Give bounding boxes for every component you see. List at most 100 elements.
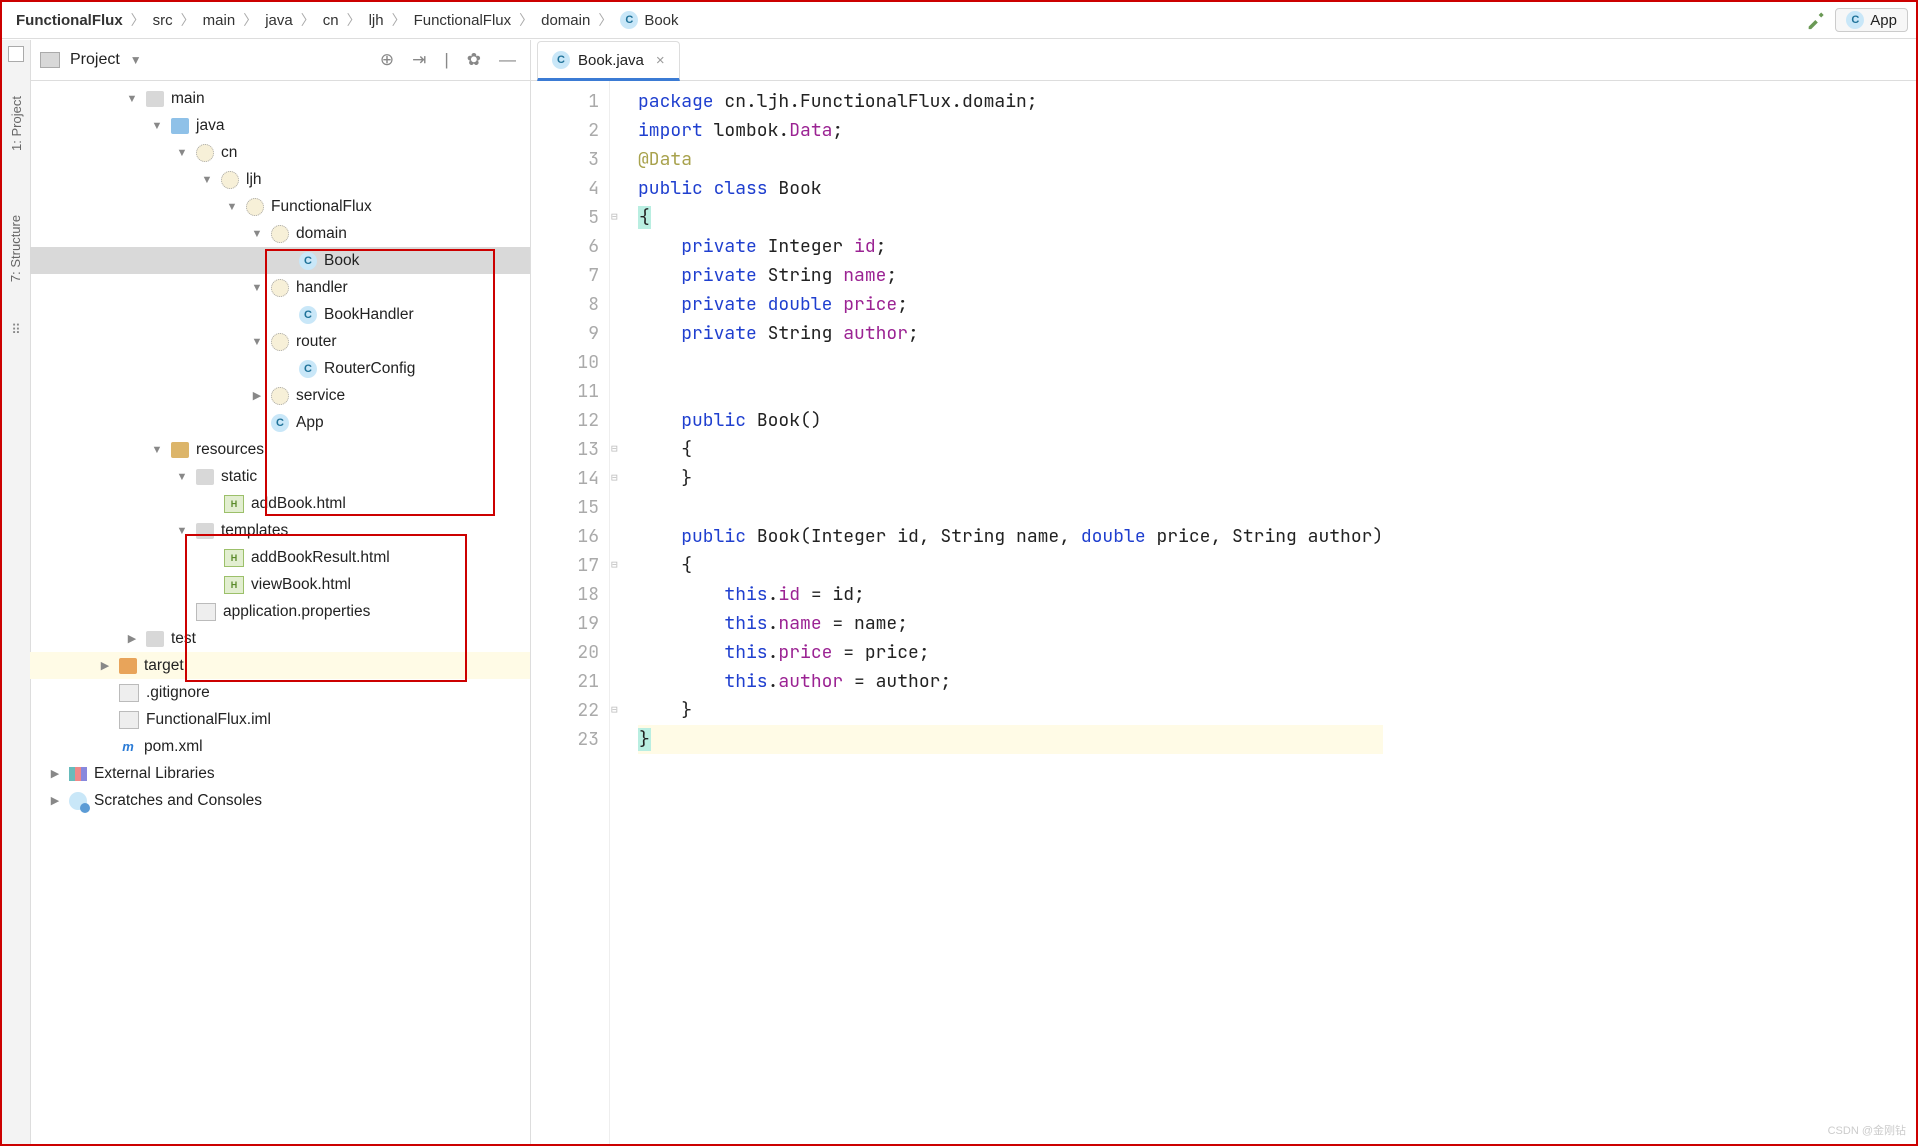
chevron-right-icon[interactable]: ▶ (250, 389, 264, 402)
project-tree[interactable]: ▼main▼java▼cn▼ljh▼FunctionalFlux▼domainC… (30, 81, 530, 1144)
fold-column[interactable]: ⊟⊟⊟⊟⊟ (610, 81, 624, 1144)
chevron-down-icon[interactable]: ▼ (175, 525, 189, 537)
chevron-down-icon[interactable]: ▼ (175, 471, 189, 483)
chevron-right-icon[interactable]: ▶ (125, 632, 139, 645)
chevron-down-icon[interactable]: ▼ (250, 336, 264, 348)
breadcrumb-item[interactable]: cn (317, 12, 345, 29)
run-config-button[interactable]: C App (1835, 8, 1908, 32)
tree-node[interactable]: ▼main (30, 85, 530, 112)
close-icon[interactable]: × (656, 52, 665, 69)
tree-node[interactable]: mpom.xml (30, 733, 530, 760)
code-line[interactable]: } (638, 464, 1383, 493)
tree-node[interactable]: HaddBookResult.html (30, 544, 530, 571)
breadcrumb-item[interactable]: FunctionalFlux (408, 12, 518, 29)
code-line[interactable]: private Integer id; (638, 232, 1383, 261)
chevron-down-icon[interactable]: ▼ (125, 93, 139, 105)
code-line[interactable]: public class Book (638, 174, 1383, 203)
tree-node[interactable]: ▼resources (30, 436, 530, 463)
breadcrumb-item[interactable]: src (147, 12, 179, 29)
tree-node[interactable]: ▼static (30, 463, 530, 490)
run-config-label: App (1870, 12, 1897, 29)
breadcrumb-item[interactable]: java (259, 12, 299, 29)
tree-node[interactable]: CRouterConfig (30, 355, 530, 382)
chevron-down-icon[interactable]: ▼ (225, 201, 239, 213)
tree-node[interactable]: ▼ljh (30, 166, 530, 193)
code-line[interactable]: this.price = price; (638, 638, 1383, 667)
rail-dots-icon[interactable]: ⠿ (11, 322, 21, 338)
tree-node[interactable]: ▶test (30, 625, 530, 652)
tree-node[interactable]: ▼FunctionalFlux (30, 193, 530, 220)
collapse-icon[interactable]: ⇥ (408, 50, 430, 70)
build-icon[interactable] (1807, 10, 1827, 30)
chevron-down-icon[interactable]: ▼ (150, 444, 164, 456)
breadcrumb-item[interactable]: domain (535, 12, 596, 29)
tree-node[interactable]: ▶service (30, 382, 530, 409)
tree-node[interactable]: ▼templates (30, 517, 530, 544)
fold-handle[interactable]: ⊟ (611, 696, 618, 725)
code-line[interactable]: package cn.ljh.FunctionalFlux.domain; (638, 87, 1383, 116)
rail-structure-tab[interactable]: 7: Structure (9, 215, 24, 282)
tree-node[interactable]: FunctionalFlux.iml (30, 706, 530, 733)
locate-icon[interactable]: ⊕ (376, 50, 398, 70)
editor-tab-book[interactable]: C Book.java × (537, 41, 680, 81)
gear-icon[interactable]: ✿ (463, 50, 485, 70)
code-line[interactable]: public Book(Integer id, String name, dou… (638, 522, 1383, 551)
tree-node[interactable]: ▼handler (30, 274, 530, 301)
fold-handle[interactable]: ⊟ (611, 435, 618, 464)
breadcrumb-item[interactable]: CBook (614, 11, 684, 29)
code-line[interactable]: @Data (638, 145, 1383, 174)
tree-node[interactable]: HaddBook.html (30, 490, 530, 517)
code-line[interactable]: private String name; (638, 261, 1383, 290)
code-line[interactable] (638, 377, 1383, 406)
chevron-down-icon[interactable]: ▼ (250, 282, 264, 294)
tree-node[interactable]: ▼cn (30, 139, 530, 166)
code-line[interactable] (638, 493, 1383, 522)
tree-node[interactable]: ▶target (30, 652, 530, 679)
fold-handle[interactable]: ⊟ (611, 551, 618, 580)
chevron-right-icon[interactable]: ▶ (98, 659, 112, 672)
chevron-down-icon[interactable]: ▼ (150, 120, 164, 132)
tree-node[interactable]: application.properties (30, 598, 530, 625)
code-line[interactable]: this.name = name; (638, 609, 1383, 638)
tree-node[interactable]: .gitignore (30, 679, 530, 706)
breadcrumb-item[interactable]: main (197, 12, 242, 29)
rail-project-tab[interactable]: 1: Project (9, 96, 24, 151)
code-lines[interactable]: package cn.ljh.FunctionalFlux.domain;imp… (624, 81, 1383, 1144)
code-line[interactable]: } (638, 696, 1383, 725)
tree-node[interactable]: CBookHandler (30, 301, 530, 328)
code-line[interactable] (638, 348, 1383, 377)
chevron-down-icon[interactable]: ▼ (175, 147, 189, 159)
tree-node[interactable]: HviewBook.html (30, 571, 530, 598)
breadcrumb[interactable]: FunctionalFlux〉src〉main〉java〉cn〉ljh〉Func… (10, 10, 685, 30)
chevron-right-icon[interactable]: ▶ (48, 794, 62, 807)
tree-node[interactable]: CApp (30, 409, 530, 436)
tree-node[interactable]: CBook (30, 247, 530, 274)
breadcrumb-item[interactable]: ljh (363, 12, 390, 29)
tree-node[interactable]: ▼domain (30, 220, 530, 247)
tree-node[interactable]: ▶Scratches and Consoles (30, 787, 530, 814)
code-line[interactable]: this.id = id; (638, 580, 1383, 609)
tree-node[interactable]: ▼router (30, 328, 530, 355)
code-line[interactable]: { (638, 551, 1383, 580)
code-line[interactable]: import lombok.Data; (638, 116, 1383, 145)
code-line[interactable]: this.author = author; (638, 667, 1383, 696)
code-editor[interactable]: 1234567891011121314151617181920212223 ⊟⊟… (531, 81, 1916, 1144)
code-line[interactable]: { (638, 435, 1383, 464)
fold-handle[interactable]: ⊟ (611, 464, 618, 493)
chevron-down-icon[interactable]: ▼ (130, 53, 142, 67)
code-line[interactable]: { (638, 203, 1383, 232)
chevron-down-icon[interactable]: ▼ (200, 174, 214, 186)
tree-node[interactable]: ▶External Libraries (30, 760, 530, 787)
hide-icon[interactable]: — (495, 50, 520, 70)
chevron-right-icon[interactable]: ▶ (48, 767, 62, 780)
code-line[interactable]: } (638, 725, 1383, 754)
tree-node[interactable]: ▼java (30, 112, 530, 139)
breadcrumb-item[interactable]: FunctionalFlux (10, 12, 129, 29)
code-line[interactable]: public Book() (638, 406, 1383, 435)
code-line[interactable]: private double price; (638, 290, 1383, 319)
chevron-down-icon[interactable]: ▼ (250, 228, 264, 240)
project-panel-title[interactable]: Project (70, 51, 120, 69)
code-line[interactable]: private String author; (638, 319, 1383, 348)
rail-square-icon[interactable] (8, 46, 24, 62)
fold-handle[interactable]: ⊟ (611, 203, 618, 232)
